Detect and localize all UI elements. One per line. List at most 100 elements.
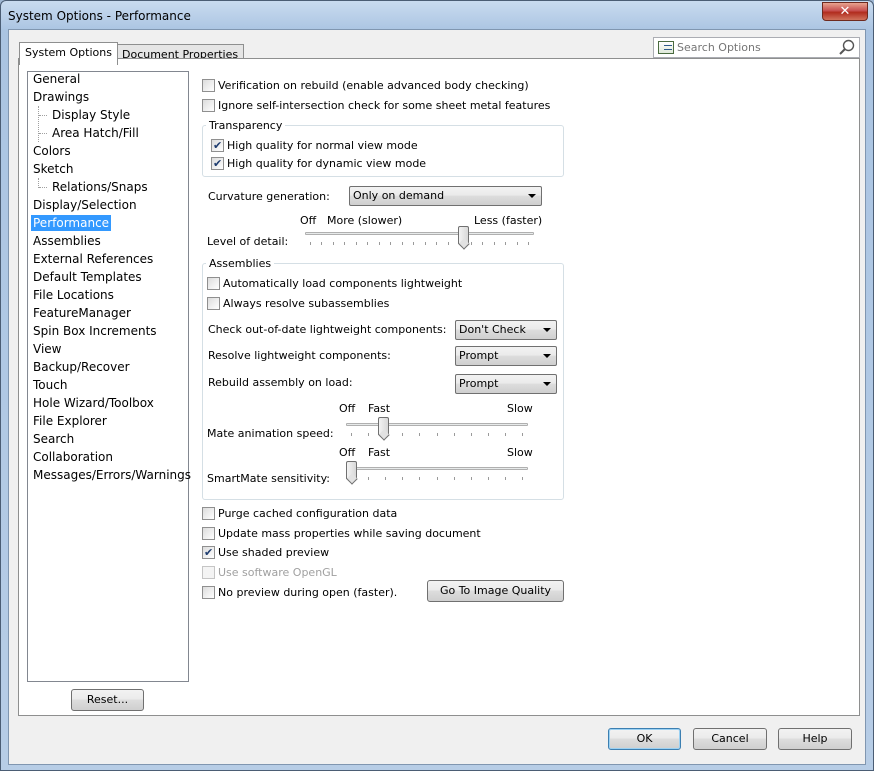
tree-item-hole-wizard-toolbox[interactable]: Hole Wizard/Toolbox <box>33 395 154 411</box>
slider-tick <box>321 242 322 245</box>
tree-connector <box>39 115 47 116</box>
update-mass-checkbox[interactable] <box>202 527 215 540</box>
slider-thumb[interactable] <box>378 417 389 435</box>
slider-tick <box>413 242 414 245</box>
slider-tick <box>368 477 369 480</box>
check-outdated-dropdown[interactable]: Don't Check <box>455 320 557 340</box>
level-of-detail-label: Level of detail: <box>207 235 289 248</box>
slider-thumb[interactable] <box>458 226 469 244</box>
slider-tick <box>522 433 523 436</box>
rebuild-on-load-label: Rebuild assembly on load: <box>208 376 353 389</box>
help-button[interactable]: Help <box>778 728 852 750</box>
close-icon: ✕ <box>839 4 851 19</box>
tree-item-performance[interactable]: Performance <box>31 215 112 231</box>
slider-tick <box>488 477 489 480</box>
tree-item-display-selection[interactable]: Display/Selection <box>33 197 137 213</box>
slider-ticks <box>346 433 528 436</box>
check-outdated-value: Don't Check <box>459 323 526 336</box>
tree-item-general[interactable]: General <box>33 71 80 87</box>
slider-tick <box>448 242 449 245</box>
chevron-down-icon <box>543 354 551 358</box>
always-resolve-checkbox[interactable] <box>207 297 220 310</box>
slider-tick <box>482 242 483 245</box>
search-icon[interactable] <box>838 39 856 56</box>
chevron-down-icon <box>543 382 551 386</box>
tree-item-spin-box-increments[interactable]: Spin Box Increments <box>33 323 157 339</box>
curvature-dropdown[interactable]: Only on demand <box>349 186 542 206</box>
slider-tick <box>437 477 438 480</box>
tree-item-default-templates[interactable]: Default Templates <box>33 269 142 285</box>
tree-item-file-locations[interactable]: File Locations <box>33 287 114 303</box>
tab-system-options[interactable]: System Options <box>19 42 118 65</box>
slider-tick <box>344 242 345 245</box>
tree-item-featuremanager[interactable]: FeatureManager <box>33 305 131 321</box>
purge-cached-checkbox[interactable] <box>202 507 215 520</box>
tree-item-colors[interactable]: Colors <box>33 143 71 159</box>
rebuild-on-load-dropdown[interactable]: Prompt <box>455 374 557 394</box>
slider-tick <box>471 242 472 245</box>
tree-item-sketch[interactable]: Sketch <box>33 161 73 177</box>
ignore-self-intersection-checkbox[interactable] <box>202 99 215 112</box>
close-button[interactable]: ✕ <box>822 2 868 21</box>
transparency-normal-checkbox[interactable] <box>211 138 224 153</box>
search-input[interactable] <box>677 40 837 55</box>
slider-tick <box>505 242 506 245</box>
tree-item-collaboration[interactable]: Collaboration <box>33 449 113 465</box>
go-to-image-quality-button[interactable]: Go To Image Quality <box>427 580 564 602</box>
tree-item-touch[interactable]: Touch <box>33 377 67 393</box>
always-resolve-label: Always resolve subassemblies <box>223 297 390 310</box>
tree-item-drawings[interactable]: Drawings <box>33 89 89 105</box>
chevron-down-icon <box>528 194 536 198</box>
level-of-detail-slider[interactable] <box>305 226 534 252</box>
slider-tick <box>419 433 420 436</box>
shaded-preview-checkbox[interactable] <box>202 545 215 560</box>
transparency-dynamic-checkbox[interactable] <box>211 156 224 171</box>
slider-tick <box>368 433 369 436</box>
tree-item-display-style[interactable]: Display Style <box>52 107 130 123</box>
options-tree[interactable]: General Drawings Display Style Area Hatc… <box>27 71 191 682</box>
update-mass-label: Update mass properties while saving docu… <box>218 527 481 540</box>
slider-tick <box>488 433 489 436</box>
slider-thumb[interactable] <box>346 461 357 479</box>
slider-tick <box>436 242 437 245</box>
tree-item-view[interactable]: View <box>33 341 61 357</box>
tree-item-backup-recover[interactable]: Backup/Recover <box>33 359 130 375</box>
ok-button[interactable]: OK <box>608 728 681 750</box>
shaded-preview-label: Use shaded preview <box>218 546 330 559</box>
slider-tick <box>385 477 386 480</box>
tree-item-messages-errors-warnings[interactable]: Messages/Errors/Warnings <box>33 467 191 483</box>
resolve-lightweight-dropdown[interactable]: Prompt <box>455 346 557 366</box>
auto-lightweight-checkbox[interactable] <box>207 277 220 290</box>
no-preview-checkbox[interactable] <box>202 586 215 599</box>
options-panel: General Drawings Display Style Area Hatc… <box>18 58 860 716</box>
reset-button[interactable]: Reset... <box>71 689 144 711</box>
slider-tick <box>351 433 352 436</box>
tree-item-search[interactable]: Search <box>33 431 74 447</box>
purge-cached-label: Purge cached configuration data <box>218 507 398 520</box>
slider-tick <box>522 477 523 480</box>
transparency-group-title: Transparency <box>206 119 286 132</box>
mate-slow-label: Slow <box>507 402 533 415</box>
verification-checkbox[interactable] <box>202 79 215 92</box>
mate-animation-label: Mate animation speed: <box>207 427 334 440</box>
slider-tick <box>471 477 472 480</box>
tree-item-external-references[interactable]: External References <box>33 251 153 267</box>
transparency-dynamic-label: High quality for dynamic view mode <box>227 157 427 170</box>
title-bar[interactable]: System Options - Performance ✕ <box>1 1 873 29</box>
tree-item-file-explorer[interactable]: File Explorer <box>33 413 107 429</box>
dialog-client: System Options Document Properties Gener… <box>8 29 866 765</box>
search-box[interactable] <box>653 37 860 58</box>
ignore-self-intersection-label: Ignore self-intersection check for some … <box>218 99 551 112</box>
tree-item-area-hatch-fill[interactable]: Area Hatch/Fill <box>52 125 139 141</box>
tree-item-assemblies[interactable]: Assemblies <box>33 233 101 249</box>
tree-item-relations-snaps[interactable]: Relations/Snaps <box>52 179 148 195</box>
smartmate-slider[interactable] <box>346 461 528 487</box>
slider-tick <box>402 433 403 436</box>
mate-animation-slider[interactable] <box>346 417 528 443</box>
cancel-button[interactable]: Cancel <box>693 728 767 750</box>
slider-tick <box>379 242 380 245</box>
slider-tick <box>419 477 420 480</box>
slider-tick <box>454 433 455 436</box>
slider-tick <box>333 242 334 245</box>
slider-tick <box>437 433 438 436</box>
